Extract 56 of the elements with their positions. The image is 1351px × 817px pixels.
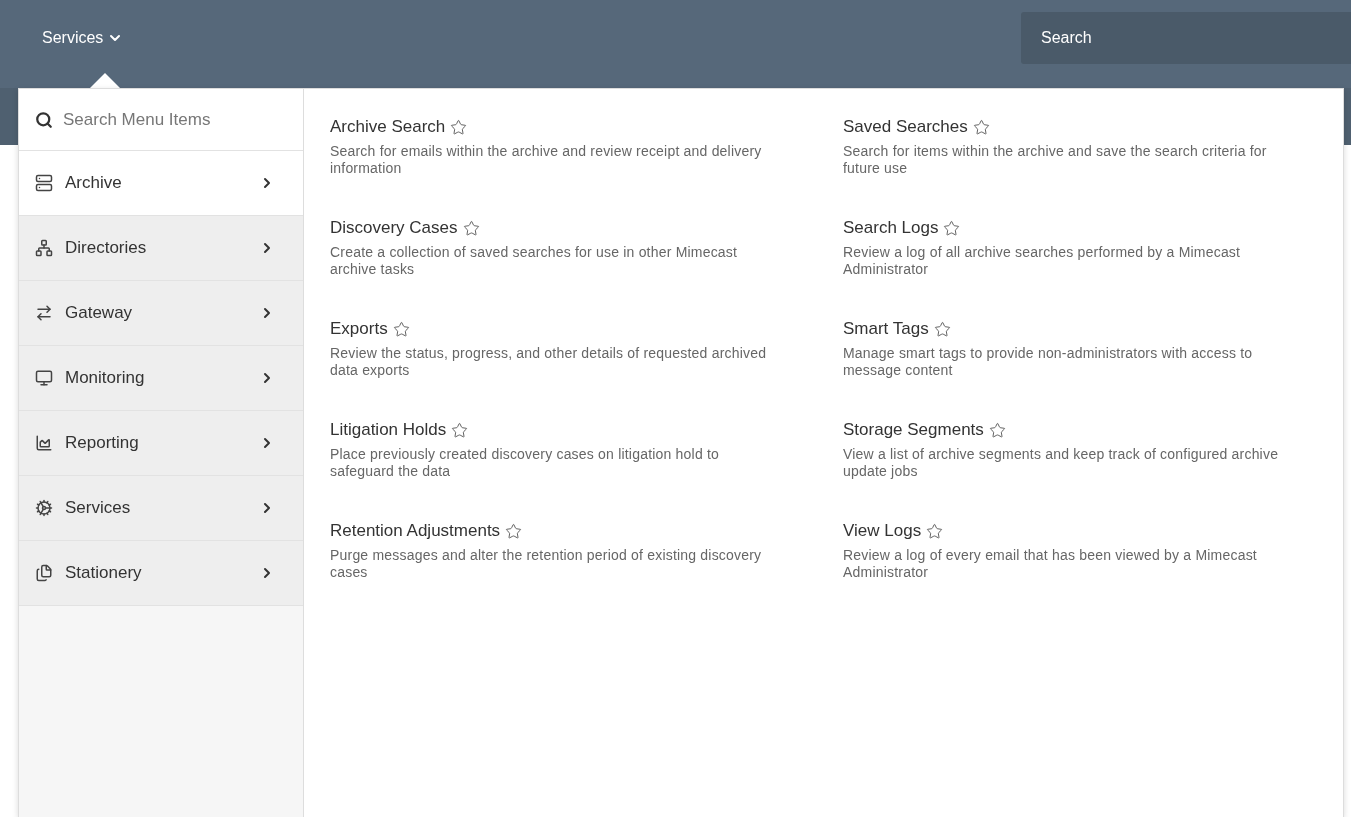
star-icon[interactable]: [450, 118, 468, 136]
star-icon[interactable]: [943, 219, 961, 237]
service-description: Search for emails within the archive and review receipt and delivery information: [330, 143, 763, 177]
service-description: View a list of archive segments and keep track of configured archive update jobs: [843, 446, 1280, 480]
area-chart-icon: [35, 434, 53, 452]
sidebar-item-label: Archive: [65, 173, 123, 193]
service-link[interactable]: Smart Tags: [843, 319, 929, 339]
star-icon[interactable]: [933, 320, 951, 338]
sidebar-item-label: Gateway: [65, 303, 134, 323]
service-link[interactable]: View Logs: [843, 521, 922, 541]
menu-search-field[interactable]: Search Menu Items: [61, 108, 281, 131]
sidebar-item[interactable]: Reporting: [19, 411, 303, 476]
star-icon[interactable]: [505, 522, 523, 540]
star-icon[interactable]: [926, 522, 944, 540]
menu-search-box[interactable]: Search Menu Items: [19, 89, 303, 151]
service-description: Place previously created discovery cases on litigation hold to safeguard the data: [330, 446, 721, 480]
sidebar-item-label: Stationery: [65, 563, 143, 583]
network-icon: [35, 239, 53, 257]
service-description: Review a log of every email that has been viewed by a Mimecast Administrator: [843, 547, 1258, 581]
documents-icon: [35, 564, 53, 582]
sidebar-item-label: Monitoring: [65, 368, 146, 388]
arrows-icon: [35, 304, 53, 322]
search-field[interactable]: Search: [1021, 12, 1351, 64]
service-link[interactable]: Search Logs: [843, 218, 939, 238]
service-link[interactable]: Litigation Holds: [330, 420, 447, 440]
gear-icon: [35, 499, 53, 517]
star-icon[interactable]: [451, 421, 469, 439]
star-icon[interactable]: [988, 421, 1006, 439]
sidebar-item[interactable]: Stationery: [19, 541, 303, 606]
sidebar-item[interactable]: Services: [19, 476, 303, 541]
sidebar-item[interactable]: Directories: [19, 216, 303, 281]
service-link[interactable]: Storage Segments: [843, 420, 984, 440]
service-link[interactable]: Saved Searches: [843, 117, 968, 137]
service-description: Search for items within the archive and save the search criteria for future use: [843, 143, 1268, 177]
services-menu[interactable]: Services: [42, 29, 124, 47]
service-description: Review the status, progress, and other details of requested archived data exports: [330, 345, 768, 379]
cabinet-icon: [35, 174, 53, 192]
service-description: Purge messages and alter the retention period of existing discovery cases: [330, 547, 763, 581]
service-link[interactable]: Retention Adjustments: [330, 521, 501, 541]
star-icon[interactable]: [392, 320, 410, 338]
sidebar-item-label: Directories: [65, 238, 148, 258]
sidebar-item[interactable]: Archive: [19, 151, 303, 216]
sidebar-item-label: Services: [65, 498, 132, 518]
service-description: Review a log of all archive searches performed by a Mimecast Administrator: [843, 244, 1242, 278]
monitor-icon: [35, 369, 53, 387]
star-icon[interactable]: [462, 219, 480, 237]
service-description: Manage smart tags to provide non-administrators with access to message content: [843, 345, 1254, 379]
service-link[interactable]: Exports: [330, 319, 388, 339]
sidebar-item[interactable]: Monitoring: [19, 346, 303, 411]
sidebar-item[interactable]: Gateway: [19, 281, 303, 346]
star-icon[interactable]: [972, 118, 990, 136]
service-link[interactable]: Discovery Cases: [330, 218, 458, 238]
service-link[interactable]: Archive Search: [330, 117, 446, 137]
sidebar-item-label: Reporting: [65, 433, 140, 453]
search-icon: [35, 110, 53, 129]
service-description: Create a collection of saved searches for use in other Mimecast archive tasks: [330, 244, 739, 278]
